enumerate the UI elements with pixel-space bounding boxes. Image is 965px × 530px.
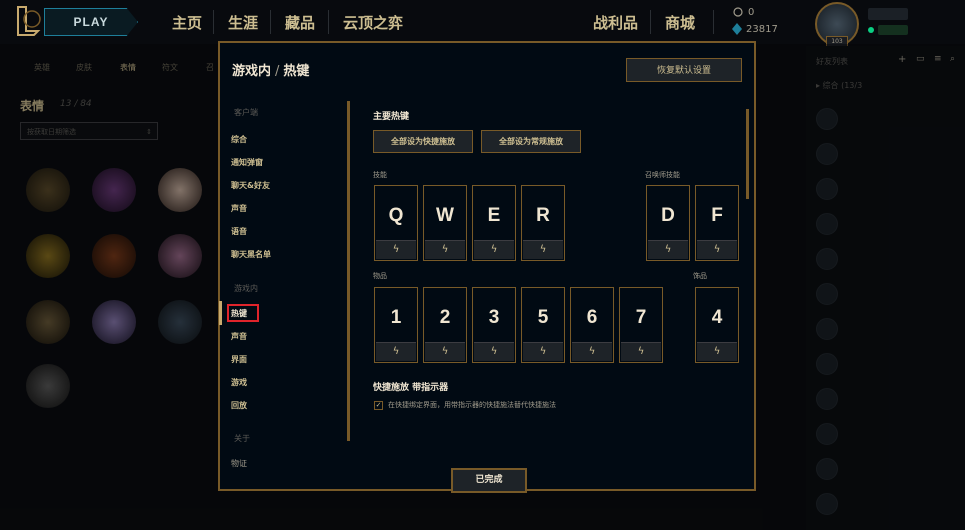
nav-collection[interactable]: 藏品 xyxy=(285,12,315,33)
section-title-primary-hotkeys: 主要热键 xyxy=(373,112,410,122)
hotkey-slot-f[interactable]: F ϟ xyxy=(695,185,739,261)
done-button[interactable]: 已完成 xyxy=(451,468,527,493)
hotkey-letter: 3 xyxy=(488,307,500,328)
items-label: 物品 xyxy=(373,272,387,280)
hotkey-slot-q[interactable]: Q ϟ xyxy=(374,185,418,261)
summoner-name-blur xyxy=(868,8,908,20)
lightning-bolt-icon[interactable]: ϟ xyxy=(376,342,416,361)
hotkey-slot-item2[interactable]: 2 ϟ xyxy=(423,287,467,363)
lightning-bolt-icon[interactable]: ϟ xyxy=(376,240,416,259)
sidebar-section-ingame: 游戏内 xyxy=(234,284,258,293)
sidebar-item-ingame-sound[interactable]: 声音 xyxy=(231,331,247,342)
nav-profile[interactable]: 生涯 xyxy=(228,12,258,33)
top-navigation-bar: PLAY 主页 生涯 藏品 云顶之弈 战利品 商城 0 23817 103 xyxy=(0,0,965,47)
sidebar-item-general[interactable]: 综合 xyxy=(231,134,247,145)
hotkey-slot-item7[interactable]: 7 ϟ xyxy=(619,287,663,363)
hotkey-slot-trinket[interactable]: 4 ϟ xyxy=(695,287,739,363)
hotkey-slot-item5[interactable]: 5 ϟ xyxy=(521,287,565,363)
scrollbar[interactable] xyxy=(746,109,749,199)
hotkey-slot-d[interactable]: D ϟ xyxy=(646,185,690,261)
sidebar-item-evidence[interactable]: 物证 xyxy=(231,458,247,469)
online-status-icon xyxy=(868,27,874,33)
trinket-label: 饰品 xyxy=(693,272,707,280)
hotkey-slot-r[interactable]: R ϟ xyxy=(521,185,565,261)
active-indicator xyxy=(219,301,222,325)
quickcast-indicator-title: 快捷施放 带指示器 xyxy=(373,383,449,393)
lightning-bolt-icon[interactable]: ϟ xyxy=(523,240,563,259)
lightning-bolt-icon[interactable]: ϟ xyxy=(697,342,737,361)
nav-loot[interactable]: 战利品 xyxy=(593,12,638,33)
sidebar-item-voice[interactable]: 语音 xyxy=(231,226,247,237)
hotkey-letter: 2 xyxy=(439,307,451,328)
status-text-blur xyxy=(878,25,908,35)
breadcrumb: 游戏内 / 热键 xyxy=(232,64,310,79)
sidebar-item-notifications[interactable]: 通知弹窗 xyxy=(231,157,263,168)
hotkey-slot-e[interactable]: E ϟ xyxy=(472,185,516,261)
hotkey-letter: 1 xyxy=(390,307,402,328)
sidebar-divider xyxy=(347,101,350,441)
nav-store[interactable]: 商城 xyxy=(665,12,695,33)
abilities-label: 技能 xyxy=(373,171,387,179)
hotkey-letter: F xyxy=(711,205,723,226)
sidebar-item-chat-friends[interactable]: 聊天&好友 xyxy=(231,180,270,191)
sidebar-item-replays[interactable]: 回放 xyxy=(231,400,247,411)
hotkey-letter: R xyxy=(536,205,550,226)
nav-tft[interactable]: 云顶之弈 xyxy=(343,12,403,33)
hotkey-letter: Q xyxy=(388,205,404,226)
lightning-bolt-icon[interactable]: ϟ xyxy=(425,240,465,259)
blue-essence-value: 23817 xyxy=(746,24,778,35)
hotkey-slot-item3[interactable]: 3 ϟ xyxy=(472,287,516,363)
blue-essence-icon xyxy=(732,23,742,35)
hotkey-letter: W xyxy=(436,205,454,226)
lightning-bolt-icon[interactable]: ϟ xyxy=(648,240,688,259)
hotkey-letter: 6 xyxy=(586,307,598,328)
hotkey-slot-item1[interactable]: 1 ϟ xyxy=(374,287,418,363)
lightning-bolt-icon[interactable]: ϟ xyxy=(621,342,661,361)
hotkey-letter: 4 xyxy=(711,307,723,328)
set-all-quickcast-button[interactable]: 全部设为快捷施放 xyxy=(373,130,473,153)
hotkey-letter: E xyxy=(487,205,501,226)
settings-modal: 游戏内 / 热键 恢复默认设置 客户端 综合 通知弹窗 聊天&好友 声音 语音 聊天… xyxy=(218,41,756,493)
sidebar-item-sound[interactable]: 声音 xyxy=(231,203,247,214)
sidebar-section-about: 关于 xyxy=(234,434,250,443)
lightning-bolt-icon[interactable]: ϟ xyxy=(523,342,563,361)
summoner-spells-label: 召唤师技能 xyxy=(645,171,680,179)
play-button[interactable]: PLAY xyxy=(44,8,138,36)
restore-defaults-button[interactable]: 恢复默认设置 xyxy=(626,58,742,82)
league-logo-icon[interactable] xyxy=(14,5,44,37)
hotkey-slot-item6[interactable]: 6 ϟ xyxy=(570,287,614,363)
highlight-box xyxy=(227,304,259,322)
sidebar-item-game[interactable]: 游戏 xyxy=(231,377,247,388)
lightning-bolt-icon[interactable]: ϟ xyxy=(474,240,514,259)
quickcast-indicator-text: 在快捷绑定界面，用带指示器的快捷施法替代快捷施法 xyxy=(388,401,556,409)
lightning-bolt-icon[interactable]: ϟ xyxy=(697,240,737,259)
hotkey-letter: 5 xyxy=(537,307,549,328)
sidebar-item-blocklist[interactable]: 聊天黑名单 xyxy=(231,249,271,260)
sidebar-section-client: 客户端 xyxy=(234,108,258,117)
breadcrumb-current: 热键 xyxy=(283,64,310,79)
rp-value: 0 xyxy=(748,7,755,18)
rp-icon xyxy=(733,7,743,17)
lightning-bolt-icon[interactable]: ϟ xyxy=(572,342,612,361)
breadcrumb-parent: 游戏内 xyxy=(232,64,272,79)
lightning-bolt-icon[interactable]: ϟ xyxy=(474,342,514,361)
hotkey-letter: 7 xyxy=(635,307,647,328)
lightning-bolt-icon[interactable]: ϟ xyxy=(425,342,465,361)
hotkey-slot-w[interactable]: W ϟ xyxy=(423,185,467,261)
hotkey-letter: D xyxy=(661,205,675,226)
nav-home[interactable]: 主页 xyxy=(172,12,202,33)
set-all-normalcast-button[interactable]: 全部设为常规施放 xyxy=(481,130,581,153)
quickcast-indicator-checkbox[interactable]: ✓ xyxy=(374,401,383,410)
sidebar-item-interface[interactable]: 界面 xyxy=(231,354,247,365)
